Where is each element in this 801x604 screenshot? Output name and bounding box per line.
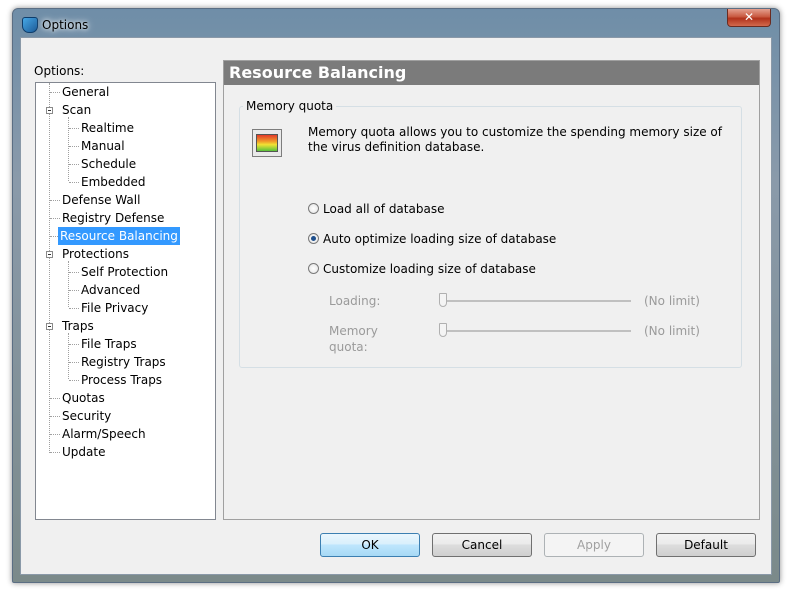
tree-item-registry-defense[interactable]: Registry Defense	[60, 209, 166, 227]
memory-quota-slider-label: Memory quota:	[329, 324, 378, 354]
tree-item-schedule[interactable]: Schedule	[79, 155, 138, 173]
tree-hline	[69, 182, 79, 183]
tree-hline	[50, 200, 60, 201]
options-tree-label: Options:	[34, 64, 85, 78]
tree-item-file-privacy[interactable]: File Privacy	[79, 299, 150, 317]
radio-auto-optimize-indicator[interactable]	[308, 233, 319, 244]
tree-hline	[50, 398, 60, 399]
tree-hline	[69, 128, 79, 129]
resource-balancing-panel: Resource Balancing Memory quota Memory q…	[223, 60, 760, 520]
tree-hline	[69, 362, 79, 363]
tree-item-quotas[interactable]: Quotas	[60, 389, 107, 407]
title-bar[interactable]: Options ✕	[13, 9, 779, 37]
tree-hline	[69, 272, 79, 273]
tree-item-realtime[interactable]: Realtime	[79, 119, 136, 137]
tree-item-registry-traps[interactable]: Registry Traps	[79, 353, 168, 371]
loading-slider-thumb[interactable]	[439, 293, 447, 307]
tree-item-traps[interactable]: Traps	[60, 317, 96, 335]
radio-customize[interactable]: Customize loading size of database	[308, 261, 536, 277]
memory-meter-icon	[252, 129, 282, 157]
radio-load-all-indicator[interactable]	[308, 203, 319, 214]
memory-meter-bars	[256, 134, 278, 152]
tree-hline	[69, 146, 79, 147]
tree-hline	[50, 92, 60, 93]
app-shield-icon	[22, 17, 38, 33]
tree-item-update[interactable]: Update	[60, 443, 107, 461]
tree-item-manual[interactable]: Manual	[79, 137, 127, 155]
radio-customize-label[interactable]: Customize loading size of database	[323, 262, 536, 276]
tree-item-self-protection[interactable]: Self Protection	[79, 263, 170, 281]
tree-item-advanced[interactable]: Advanced	[79, 281, 142, 299]
memory-quota-slider-track[interactable]	[440, 330, 631, 332]
tree-item-alarm-speech[interactable]: Alarm/Speech	[60, 425, 148, 443]
tree-hline	[50, 416, 60, 417]
radio-load-all-label[interactable]: Load all of database	[323, 202, 444, 216]
close-button[interactable]: ✕	[727, 9, 771, 27]
dialog-client-area: Options: General Scan Realtime Manual Sc…	[20, 37, 772, 575]
cancel-button[interactable]: Cancel	[432, 533, 532, 557]
tree-hline	[69, 164, 79, 165]
tree-scan-line	[68, 117, 69, 181]
radio-auto-optimize[interactable]: Auto optimize loading size of database	[308, 231, 556, 247]
tree-hline	[69, 380, 79, 381]
loading-slider-track[interactable]	[440, 300, 631, 302]
collapse-protections-icon[interactable]	[46, 251, 53, 258]
loading-slider-value: (No limit)	[644, 294, 700, 308]
collapse-traps-icon[interactable]	[46, 323, 53, 330]
options-window: Options ✕ Options: General Scan Realtime…	[12, 8, 780, 583]
memory-quota-description: Memory quota allows you to customize the…	[308, 125, 722, 154]
radio-auto-optimize-label[interactable]: Auto optimize loading size of database	[323, 232, 556, 246]
tree-protections-line	[68, 261, 69, 307]
tree-item-general[interactable]: General	[60, 83, 111, 101]
tree-item-scan[interactable]: Scan	[60, 101, 93, 119]
tree-hline	[69, 308, 79, 309]
ok-button[interactable]: OK	[320, 533, 420, 557]
window-title: Options	[42, 18, 89, 32]
apply-button[interactable]: Apply	[544, 533, 644, 557]
loading-slider-label: Loading:	[329, 294, 381, 308]
tree-hline	[50, 452, 60, 453]
tree-item-security[interactable]: Security	[60, 407, 113, 425]
radio-load-all[interactable]: Load all of database	[308, 201, 444, 217]
memory-quota-slider-value: (No limit)	[644, 324, 700, 338]
collapse-scan-icon[interactable]	[46, 107, 53, 114]
tree-item-resource-balancing[interactable]: Resource Balancing	[58, 227, 180, 245]
tree-item-embedded[interactable]: Embedded	[79, 173, 148, 191]
tree-hline	[69, 290, 79, 291]
tree-hline	[69, 344, 79, 345]
tree-traps-line	[68, 333, 69, 379]
tree-item-protections[interactable]: Protections	[60, 245, 131, 263]
tree-item-process-traps[interactable]: Process Traps	[79, 371, 164, 389]
tree-hline	[50, 434, 60, 435]
radio-customize-indicator[interactable]	[308, 263, 319, 274]
tree-item-file-traps[interactable]: File Traps	[79, 335, 139, 353]
memory-quota-slider-thumb[interactable]	[439, 323, 447, 337]
options-tree[interactable]: General Scan Realtime Manual Schedule Em…	[35, 82, 216, 520]
tree-item-defense-wall[interactable]: Defense Wall	[60, 191, 142, 209]
tree-hline	[50, 218, 60, 219]
memory-quota-group-title: Memory quota	[243, 99, 337, 113]
panel-header: Resource Balancing	[224, 61, 759, 85]
default-button[interactable]: Default	[656, 533, 756, 557]
